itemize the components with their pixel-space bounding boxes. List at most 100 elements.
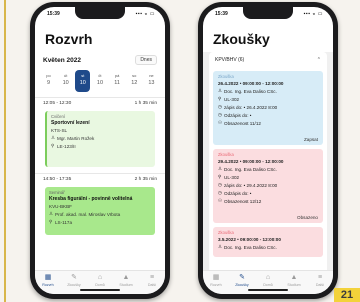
exam-card[interactable]: Zkouška 29.4.2022 • 09:00:00 - 12:00:00 … (213, 149, 323, 223)
decorative-gold-line (4, 0, 6, 302)
tab-zkousky[interactable]: ✎ Zkoušky (231, 274, 253, 287)
event-card[interactable]: Cvičení Sportovní lezení KTS-SL ♙ Mgr. Ma… (45, 111, 155, 167)
event-duration: 1 h 35 min (134, 101, 157, 106)
exam-type: Zkouška (218, 230, 234, 235)
event-name: Kresba figurální - povinně volitelná (49, 196, 133, 202)
day-item[interactable]: čt 10 (92, 70, 107, 92)
status-time: 15:39 (215, 11, 228, 17)
exam-datetime: 3.5.2022 • 09:00:00 - 12:00:00 (218, 237, 281, 242)
day-item[interactable]: ne 13 (144, 70, 159, 92)
day-date: 11 (114, 80, 120, 86)
event-time-row: 14:50 - 17:35 2 h 35 min (43, 177, 157, 182)
exam-group-label: KPV/BHV (6) (215, 57, 245, 63)
exam-room-row: ⚲ UL-302 (218, 174, 318, 180)
status-indicators: ▪▪▪ ◒ ▭ (303, 11, 323, 17)
day-date: 9 (46, 80, 51, 86)
exam-group-header[interactable]: KPV/BHV (6) ⌃ (209, 52, 327, 68)
status-bar: 15:39 ▪▪▪ ◒ ▭ (215, 11, 323, 19)
day-date: 10 (62, 80, 69, 86)
day-item-selected[interactable]: st 10 (75, 70, 91, 92)
exam-signup: zápis do: • 26.4.2022 8:00 (224, 104, 278, 110)
tab-label: Zkoušky (67, 283, 81, 287)
exam-signup-button[interactable]: Zapsat (304, 137, 318, 142)
page-number-badge: 21 (334, 288, 360, 302)
tab-zkousky[interactable]: ✎ Zkoušky (63, 274, 85, 287)
event-name: Sportovní lezení (51, 120, 90, 126)
month-bar: Květen 2022 Dnes (35, 53, 165, 67)
event-card[interactable]: Seminář Kresba figurální - povinně volit… (45, 187, 155, 235)
exam-section: KPV/BHV (6) ⌃ Zkouška 26.4.2022 • 09:00:… (203, 52, 333, 270)
divider (35, 173, 165, 174)
day-name: pá (114, 73, 120, 78)
day-item[interactable]: so 12 (127, 70, 142, 92)
page-title: Zkoušky (213, 31, 270, 47)
exam-teacher-row: ♙ Doc. Ing. Eva Daliso CSc. (218, 88, 318, 94)
day-name: po (46, 73, 51, 78)
event-time: 12:05 - 12:30 (43, 101, 72, 106)
phone-rozvrh: 15:39 ▪▪▪ ◒ ▭ Rozvrh Květen 2022 Dnes po… (30, 2, 170, 299)
exam-teacher: Doc. Ing. Eva Daliso CSc. (224, 244, 277, 250)
event-teacher: Mgr. Martin Rožek (57, 135, 95, 141)
graduation-cap-icon: ▲ (290, 274, 298, 281)
event-room: LS-117a (55, 219, 73, 225)
tab-label: Domů (263, 283, 273, 287)
exam-capacity-row: ⚇ Obsazenost 11/12 (218, 120, 318, 126)
status-indicators: ▪▪▪ ◒ ▭ (135, 11, 155, 17)
day-item[interactable]: út 10 (58, 70, 73, 92)
today-button[interactable]: Dnes (135, 55, 157, 65)
exam-signup-row: ◷ zápis do: • 26.4.2022 8:00 (218, 104, 318, 110)
tab-rozvrh[interactable]: ▦ Rozvrh (37, 274, 59, 287)
phone-zkousky: 15:39 ▪▪▪ ◒ ▭ Zkoušky KPV/BHV (6) ⌃ Zkou… (198, 2, 338, 299)
day-item[interactable]: po 9 (41, 70, 56, 92)
home-icon: ⌂ (265, 274, 271, 281)
day-name: čt (98, 73, 102, 78)
tab-studium[interactable]: ▲ Studium (115, 274, 137, 287)
tab-rozvrh[interactable]: ▦ Rozvrh (205, 274, 227, 287)
day-date: 10 (79, 80, 86, 86)
exam-room-row: ⚲ UL-302 (218, 96, 318, 102)
day-item[interactable]: pá 11 (110, 70, 125, 92)
exam-datetime: 29.4.2022 • 09:00:00 - 12:00:00 (218, 159, 284, 164)
exam-unsignup: Odzápis do: • (224, 112, 252, 118)
exam-teacher-row: ♙ Doc. Ing. Eva Daliso CSc. (218, 244, 318, 250)
exam-teacher: Doc. Ing. Eva Daliso CSc. (224, 88, 277, 94)
screen-rozvrh: 15:39 ▪▪▪ ◒ ▭ Rozvrh Květen 2022 Dnes po… (35, 7, 165, 294)
tab-domu[interactable]: ⌂ Domů (257, 274, 279, 287)
event-time: 14:50 - 17:35 (43, 177, 72, 182)
tab-domu[interactable]: ⌂ Domů (89, 274, 111, 287)
chevron-up-icon: ⌃ (316, 57, 321, 63)
day-name: st (81, 73, 85, 78)
event-code-row: KVU-BKBF (49, 204, 151, 209)
exam-signup-row: ◷ zápis do: • 29.4.2022 8:00 (218, 182, 318, 188)
graduation-cap-icon: ▲ (122, 274, 130, 281)
event-code-row: KTS-SL (51, 128, 151, 133)
exam-list: Zkouška 26.4.2022 • 09:00:00 - 12:00:00 … (209, 68, 327, 270)
exam-datetime: 26.4.2022 • 09:00:00 - 12:00:00 (218, 81, 284, 86)
event-duration: 2 h 35 min (134, 177, 157, 182)
tab-dalsi[interactable]: ≡ Další (141, 274, 163, 287)
exam-teacher: Doc. Ing. Eva Daliso CSc. (224, 166, 277, 172)
tab-studium[interactable]: ▲ Studium (283, 274, 305, 287)
menu-icon: ≡ (317, 274, 323, 281)
pencil-icon: ✎ (71, 274, 77, 281)
exam-card[interactable]: Zkouška 3.5.2022 • 09:00:00 - 12:00:00 ♙… (213, 227, 323, 257)
exam-unsignup-row: ◷ Odzápis do: • (218, 190, 318, 196)
tab-label: Zkoušky (235, 283, 249, 287)
tab-label: Rozvrh (210, 283, 222, 287)
event-type: Seminář (49, 190, 65, 195)
divider (35, 97, 165, 98)
exam-room: UL-302 (224, 96, 240, 102)
exam-signup: zápis do: • 29.4.2022 8:00 (224, 182, 278, 188)
pencil-icon: ✎ (239, 274, 245, 281)
home-indicator (248, 289, 288, 291)
tab-label: Rozvrh (42, 283, 54, 287)
event-type: Cvičení (51, 114, 65, 119)
status-bar: 15:39 ▪▪▪ ◒ ▭ (47, 11, 155, 19)
exam-card[interactable]: Zkouška 26.4.2022 • 09:00:00 - 12:00:00 … (213, 71, 323, 145)
tab-dalsi[interactable]: ≡ Další (309, 274, 331, 287)
exam-teacher-row: ♙ Doc. Ing. Eva Daliso CSc. (218, 166, 318, 172)
tab-label: Studium (119, 283, 133, 287)
menu-icon: ≡ (149, 274, 155, 281)
month-label: Květen 2022 (43, 56, 81, 64)
event-room-row: ⚲ LS-117a (49, 219, 151, 225)
